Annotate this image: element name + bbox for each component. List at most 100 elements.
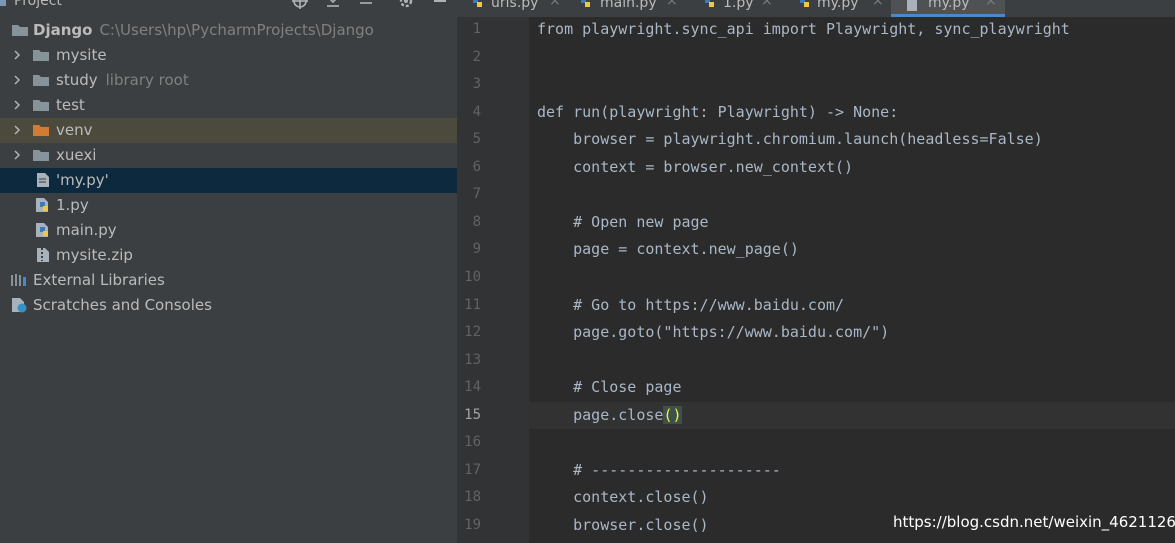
- line-number[interactable]: 7: [457, 186, 481, 202]
- line-number[interactable]: 12: [457, 324, 481, 340]
- collapse-all-icon[interactable]: [325, 0, 341, 9]
- locate-icon[interactable]: [292, 0, 308, 9]
- scratches-icon: [12, 298, 27, 313]
- tab-my-py-active[interactable]: my.py ×: [891, 0, 1005, 17]
- line-number[interactable]: 13: [457, 352, 481, 368]
- tab-label: 1.py: [723, 0, 754, 11]
- tab-label: my.py: [817, 0, 859, 11]
- line-number[interactable]: 10: [457, 269, 481, 285]
- tab-my-py[interactable]: my.py ×: [781, 0, 888, 17]
- folder-icon: [12, 25, 28, 36]
- line-number[interactable]: 8: [457, 214, 481, 230]
- tab-main-py[interactable]: main.py ×: [567, 0, 681, 17]
- chevron-right-icon[interactable]: [10, 72, 24, 88]
- python-icon: [705, 0, 714, 7]
- root-path: C:\Users\hp\PycharmProjects\Django: [99, 21, 374, 39]
- code-line[interactable]: from playwright.sync_api import Playwrig…: [537, 20, 1070, 38]
- tab-label: main.py: [600, 0, 657, 11]
- root-name: Django: [33, 21, 93, 39]
- line-number[interactable]: 16: [457, 434, 481, 450]
- python-file-icon: [36, 198, 48, 212]
- tree-item-main-py[interactable]: main.py: [0, 218, 457, 243]
- chevron-right-icon[interactable]: [10, 47, 24, 63]
- tree-item-label: venv: [56, 121, 93, 139]
- tree-item-label: External Libraries: [33, 271, 165, 289]
- code-line[interactable]: # Go to https://www.baidu.com/: [537, 296, 844, 314]
- library-root-note: library root: [105, 71, 189, 89]
- tree-item-venv[interactable]: venv: [0, 118, 457, 143]
- expand-icon[interactable]: [358, 0, 374, 9]
- tab-label: my.py: [928, 0, 970, 11]
- tree-item-study[interactable]: study library root: [0, 68, 457, 93]
- python-icon: [473, 0, 482, 7]
- code-line[interactable]: context = browser.new_context(): [537, 158, 853, 176]
- line-number[interactable]: 4: [457, 104, 481, 120]
- line-number[interactable]: 6: [457, 159, 481, 175]
- zip-file-icon: [37, 248, 49, 262]
- line-number[interactable]: 15: [457, 407, 481, 423]
- code-line[interactable]: context.close(): [537, 488, 708, 506]
- code-line[interactable]: page = context.new_page(): [537, 240, 799, 258]
- line-number[interactable]: 9: [457, 241, 481, 257]
- chevron-right-icon[interactable]: [10, 122, 24, 138]
- tree-item-label: xuexi: [56, 146, 97, 164]
- close-icon[interactable]: ×: [666, 0, 678, 9]
- gear-icon[interactable]: [398, 0, 414, 9]
- tree-item-scratches[interactable]: Scratches and Consoles: [0, 293, 457, 318]
- code-line[interactable]: # Open new page: [537, 213, 708, 231]
- chevron-right-icon[interactable]: [10, 147, 24, 163]
- python-icon: [800, 0, 809, 7]
- tree-item-1-py[interactable]: 1.py: [0, 193, 457, 218]
- tree-item-label: 'my.py': [56, 171, 109, 189]
- line-number[interactable]: 18: [457, 489, 481, 505]
- tree-item-label: mysite.zip: [56, 246, 133, 264]
- line-number[interactable]: 5: [457, 131, 481, 147]
- line-number-gutter[interactable]: 1 2 3 4 5 6 7 8 9 10 11 12 13 14 15 16 17 18 19: [457, 17, 529, 543]
- code-editor[interactable]: 1 2 3 4 5 6 7 8 9 10 11 12 13 14 15 16 17 18 19 from playw…: [457, 17, 1175, 543]
- close-icon[interactable]: ×: [872, 0, 884, 9]
- code-line[interactable]: # ---------------------: [537, 461, 781, 479]
- project-tool-window: Project Django C:\Users\hp\PycharmProjec…: [0, 0, 457, 543]
- line-number[interactable]: 19: [457, 517, 481, 533]
- tree-item-label: test: [56, 96, 85, 114]
- tab-1-py[interactable]: 1.py ×: [681, 0, 781, 17]
- tree-item-label: study: [56, 71, 98, 89]
- close-icon[interactable]: ×: [985, 0, 997, 9]
- watermark-text: https://blog.csdn.net/weixin_46211269: [893, 513, 1175, 531]
- tree-item-mysite-zip[interactable]: mysite.zip: [0, 243, 457, 268]
- tree-item-label: mysite: [56, 46, 107, 64]
- code-line[interactable]: # Close page: [537, 378, 681, 396]
- editor-tab-bar: urls.py × main.py × 1.py × my.py × my.py…: [457, 0, 1175, 17]
- code-line[interactable]: def run(playwright: Playwright) -> None:: [537, 103, 898, 121]
- folder-icon: [33, 100, 49, 111]
- excluded-folder-icon: [33, 125, 49, 136]
- tree-item-my-py-selected[interactable]: 'my.py': [0, 168, 457, 193]
- tab-urls-py[interactable]: urls.py ×: [457, 0, 567, 17]
- line-number[interactable]: 3: [457, 76, 481, 92]
- close-icon[interactable]: ×: [549, 0, 561, 9]
- tree-item-label: 1.py: [56, 196, 89, 214]
- close-icon[interactable]: ×: [761, 0, 773, 9]
- folder-icon: [33, 150, 49, 161]
- line-number[interactable]: 17: [457, 462, 481, 478]
- tree-root-django[interactable]: Django C:\Users\hp\PycharmProjects\Django: [0, 18, 457, 43]
- tree-item-xuexi[interactable]: xuexi: [0, 143, 457, 168]
- tree-item-label: main.py: [56, 221, 117, 239]
- code-line[interactable]: browser = playwright.chromium.launch(hea…: [537, 130, 1043, 148]
- libraries-icon: [11, 274, 26, 286]
- line-number[interactable]: 11: [457, 297, 481, 313]
- minimize-icon[interactable]: [432, 0, 448, 9]
- line-number[interactable]: 1: [457, 21, 481, 37]
- code-line[interactable]: page.goto("https://www.baidu.com/"): [537, 323, 889, 341]
- tree-item-test[interactable]: test: [0, 93, 457, 118]
- code-line[interactable]: browser.close(): [537, 516, 708, 534]
- line-number[interactable]: 2: [457, 49, 481, 65]
- folder-icon: [33, 50, 49, 61]
- project-panel-header: Project: [0, 0, 457, 10]
- line-number[interactable]: 14: [457, 379, 481, 395]
- code-line[interactable]: page.close(): [537, 405, 682, 424]
- tree-item-external-libraries[interactable]: External Libraries: [0, 268, 457, 293]
- project-panel-title[interactable]: Project: [14, 0, 62, 9]
- tree-item-mysite[interactable]: mysite: [0, 43, 457, 68]
- chevron-right-icon[interactable]: [10, 97, 24, 113]
